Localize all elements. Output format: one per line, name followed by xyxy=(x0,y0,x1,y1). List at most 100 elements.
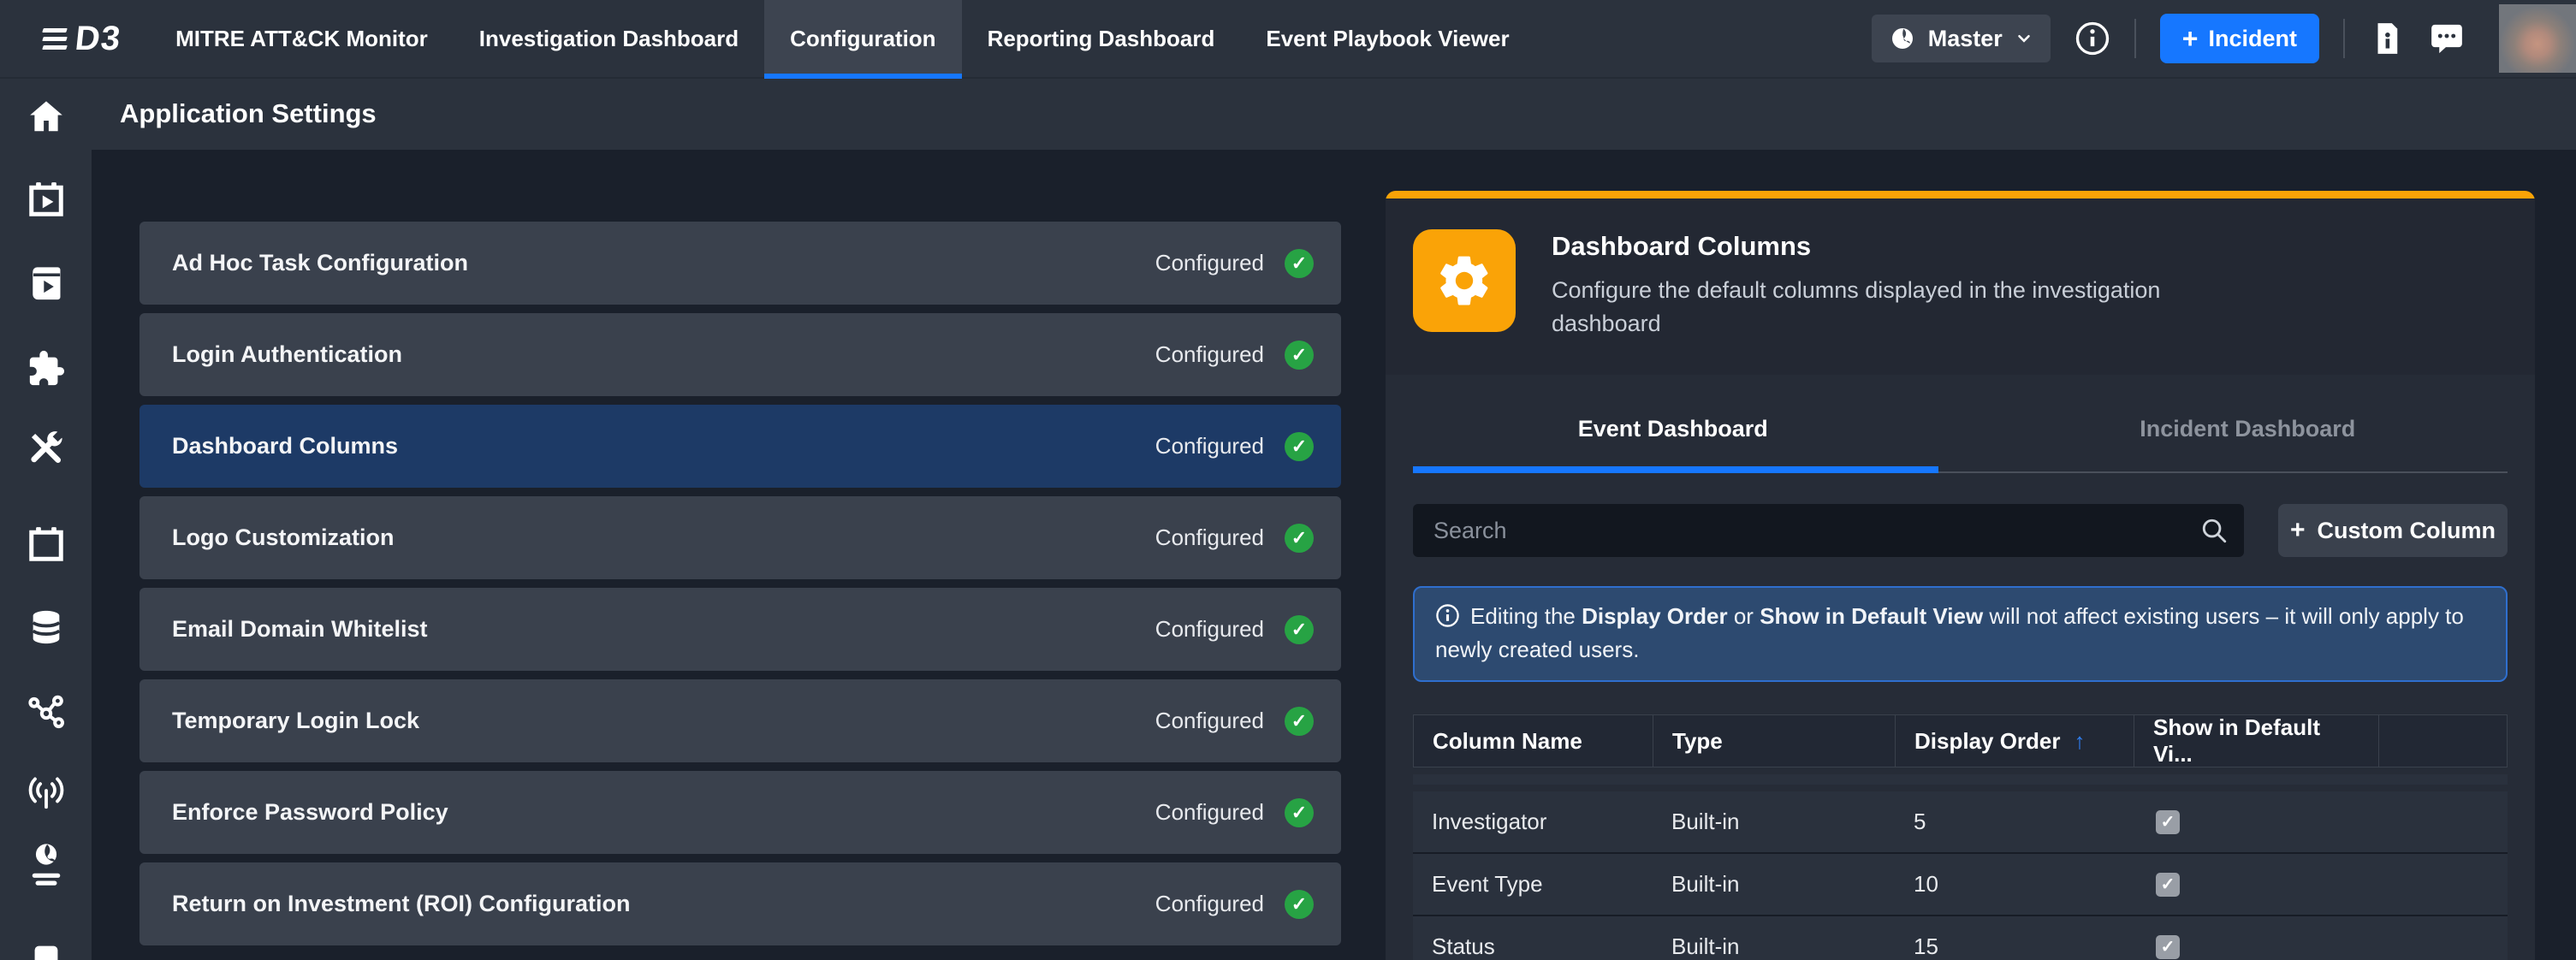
sidebar-icon-calendar[interactable] xyxy=(27,524,66,564)
setting-status: Configured xyxy=(1155,249,1314,278)
site-selector-label: Master xyxy=(1928,26,2003,52)
chat-icon[interactable] xyxy=(2429,21,2465,56)
show-in-default-view-checkbox[interactable] xyxy=(2156,810,2180,834)
panel-description: Configure the default columns displayed … xyxy=(1552,274,2236,341)
banner-segment: Show in Default View xyxy=(1760,603,1983,629)
sidebar-icon-clipped-bottom[interactable] xyxy=(27,939,66,960)
table-row-investigator: Investigator Built-in 5 xyxy=(1413,791,2508,854)
column-header-label: Column Name xyxy=(1433,728,1582,755)
nav-item-investigation-dashboard[interactable]: Investigation Dashboard xyxy=(454,0,764,77)
site-selector-button[interactable]: Master xyxy=(1872,15,2051,62)
setting-label: Enforce Password Policy xyxy=(172,799,448,826)
gear-icon xyxy=(1435,252,1493,310)
custom-column-button[interactable]: + Custom Column xyxy=(2278,504,2508,557)
nav-item-mitre-att-ck-monitor[interactable]: MITRE ATT&CK Monitor xyxy=(150,0,454,77)
table-header: Column Name Type Display Order↑Show in Def… xyxy=(1413,714,2508,767)
setting-label: Temporary Login Lock xyxy=(172,708,419,734)
check-circle-icon xyxy=(1285,249,1314,278)
column-header-label: Type xyxy=(1672,728,1723,755)
table-body: Investigator Built-in 5 Event Type Built… xyxy=(1413,791,2508,960)
column-header-label: Display Order xyxy=(1914,728,2061,755)
setting-row-email-domain-whitelist[interactable]: Email Domain Whitelist Configured xyxy=(139,588,1341,671)
setting-label: Logo Customization xyxy=(172,524,394,551)
main-nav: MITRE ATT&CK Monitor Investigation Dashbo… xyxy=(150,0,1534,77)
sidebar-icon-scheduled-playbook[interactable] xyxy=(27,180,66,219)
check-circle-icon xyxy=(1285,798,1314,827)
sidebar-icon-utility-tools[interactable] xyxy=(27,429,66,468)
setting-row-temporary-login-lock[interactable]: Temporary Login Lock Configured xyxy=(139,679,1341,762)
nav-item-reporting-dashboard[interactable]: Reporting Dashboard xyxy=(962,0,1241,77)
incident-button-label: Incident xyxy=(2208,26,2297,52)
setting-row-logo-customization[interactable]: Logo Customization Configured xyxy=(139,496,1341,579)
panel-title: Dashboard Columns xyxy=(1552,231,2236,262)
banner-text: Editing the Display Order or Show in Def… xyxy=(1435,603,2464,662)
cell-show-in-default-view xyxy=(2134,873,2378,897)
column-header-display-order[interactable]: Display Order↑ xyxy=(1896,715,2134,767)
nav-item-event-playbook-viewer[interactable]: Event Playbook Viewer xyxy=(1240,0,1534,77)
setting-status: Configured xyxy=(1155,707,1314,736)
panel-toolbar: + Custom Column xyxy=(1413,504,2508,557)
check-circle-icon xyxy=(1285,615,1314,644)
divider xyxy=(2134,19,2136,58)
nav-item-configuration[interactable]: Configuration xyxy=(764,0,961,77)
sidebar xyxy=(0,77,92,960)
status-text: Configured xyxy=(1155,708,1264,734)
menu-bars-icon xyxy=(43,28,67,50)
banner-segment: or xyxy=(1728,603,1760,629)
status-text: Configured xyxy=(1155,341,1264,368)
column-header-type[interactable]: Type xyxy=(1653,715,1896,767)
sidebar-icon-home[interactable] xyxy=(27,97,66,136)
tab-incident-dashboard[interactable]: Incident Dashboard xyxy=(1961,404,2536,466)
search-box xyxy=(1413,504,2244,557)
search-input[interactable] xyxy=(1413,504,2244,557)
panel-accent-bar xyxy=(1386,191,2535,199)
cell-column-name: Event Type xyxy=(1413,871,1653,898)
panel-header-text: Dashboard Columns Configure the default … xyxy=(1552,229,2236,341)
nav-item-label: Configuration xyxy=(790,26,935,52)
setting-row-return-on-investment-roi-configuration[interactable]: Return on Investment (ROI) Configuration… xyxy=(139,862,1341,945)
chevron-down-icon xyxy=(2015,29,2033,48)
column-header-show-in-default-vi-[interactable]: Show in Default Vi... xyxy=(2134,715,2379,767)
setting-row-login-authentication[interactable]: Login Authentication Configured xyxy=(139,313,1341,396)
page-header: Application Settings xyxy=(0,77,2576,150)
plus-icon: + xyxy=(2182,25,2199,52)
nav-item-label: MITRE ATT&CK Monitor xyxy=(175,26,428,52)
avatar[interactable] xyxy=(2499,4,2576,73)
sidebar-icon-data-management[interactable] xyxy=(27,607,66,647)
show-in-default-view-checkbox[interactable] xyxy=(2156,873,2180,897)
topbar-right: Master + Incident xyxy=(1872,0,2576,77)
setting-row-enforce-password-policy[interactable]: Enforce Password Policy Configured xyxy=(139,771,1341,854)
column-header-empty[interactable] xyxy=(2379,715,2507,767)
sidebar-icon-broadcast[interactable] xyxy=(27,772,66,811)
sidebar-icon-link-analysis[interactable] xyxy=(27,692,66,732)
setting-label: Login Authentication xyxy=(172,341,402,368)
column-header-column-name[interactable]: Column Name xyxy=(1414,715,1653,767)
new-incident-button[interactable]: + Incident xyxy=(2160,14,2319,63)
setting-row-dashboard-columns[interactable]: Dashboard Columns Configured xyxy=(139,405,1341,488)
info-icon[interactable] xyxy=(2074,21,2110,56)
setting-status: Configured xyxy=(1155,432,1314,461)
globe-icon xyxy=(1889,25,1916,52)
status-text: Configured xyxy=(1155,433,1264,459)
setting-status: Configured xyxy=(1155,615,1314,644)
status-text: Configured xyxy=(1155,891,1264,917)
sidebar-icon-language[interactable] xyxy=(27,841,66,887)
custom-column-label: Custom Column xyxy=(2318,518,2496,544)
cell-type: Built-in xyxy=(1653,809,1895,835)
columns-table: Column Name Type Display Order↑Show in Def… xyxy=(1413,714,2508,960)
setting-label: Dashboard Columns xyxy=(172,433,398,459)
tab-event-dashboard[interactable]: Event Dashboard xyxy=(1386,404,1961,466)
d3-logo[interactable]: D3 xyxy=(0,0,150,77)
setting-row-ad-hoc-task-configuration[interactable]: Ad Hoc Task Configuration Configured xyxy=(139,222,1341,305)
cell-display-order: 5 xyxy=(1895,809,2134,835)
show-in-default-view-checkbox[interactable] xyxy=(2156,935,2180,959)
cell-column-name: Investigator xyxy=(1413,809,1653,835)
table-spacer xyxy=(1413,774,2508,785)
check-circle-icon xyxy=(1285,432,1314,461)
setting-status: Configured xyxy=(1155,890,1314,919)
sidebar-icon-playbook-library[interactable] xyxy=(27,264,66,303)
search-icon[interactable] xyxy=(2199,516,2229,545)
detail-panel: Dashboard Columns Configure the default … xyxy=(1386,191,2535,960)
release-notes-icon[interactable] xyxy=(2369,21,2405,56)
sidebar-icon-integrations[interactable] xyxy=(27,349,66,388)
